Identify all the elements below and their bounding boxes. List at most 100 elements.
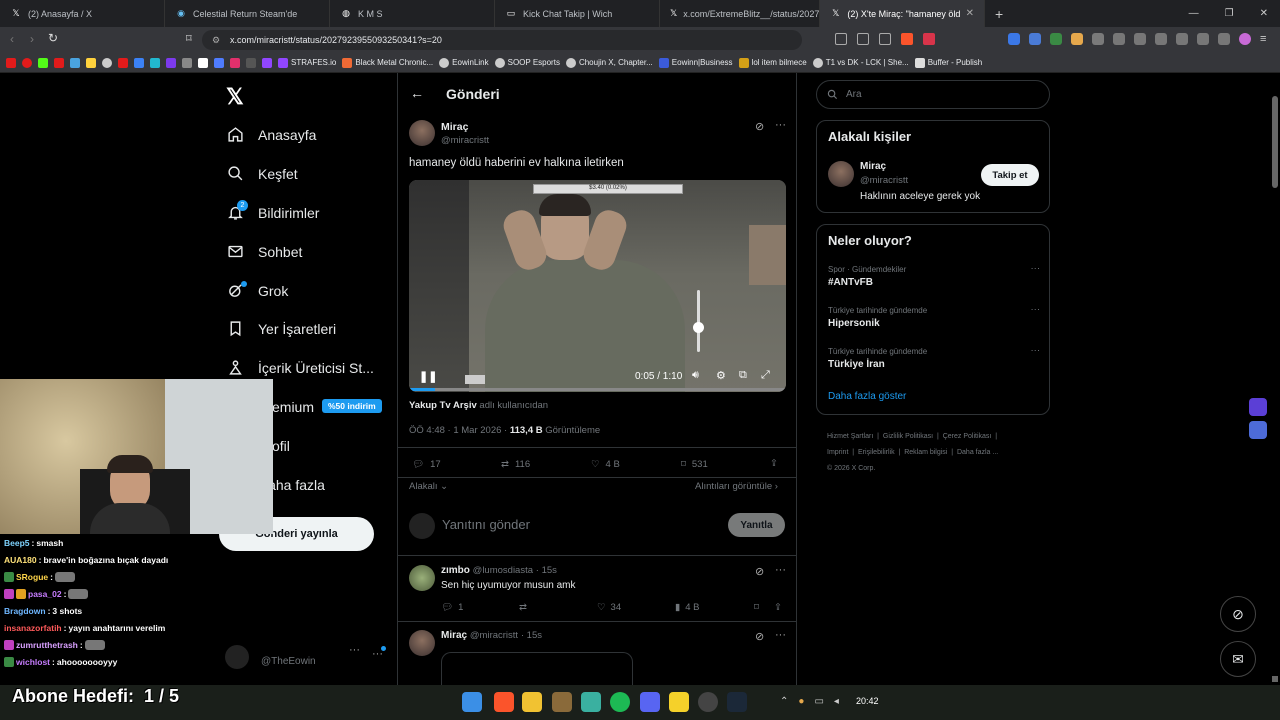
discord-icon[interactable]: [640, 692, 660, 712]
footer-link[interactable]: Reklam bilgisi: [904, 449, 947, 456]
volume-icon[interactable]: ◂: [834, 696, 839, 707]
reply-more-icon[interactable]: ···: [775, 629, 786, 641]
url-field[interactable]: ⚙ x.com/miracristt/status/20279239550932…: [202, 30, 802, 50]
repost-action[interactable]: ⇄ 116: [501, 459, 530, 470]
windows-start-icon[interactable]: [462, 692, 482, 712]
reply-author[interactable]: zımbo: [441, 565, 470, 576]
brave-shield-icon[interactable]: [901, 33, 913, 45]
relevant-name[interactable]: Miraç: [860, 161, 886, 172]
post-more-icon[interactable]: ···: [775, 119, 786, 131]
reply-avatar[interactable]: [409, 565, 435, 591]
reply-repost[interactable]: ⇄: [519, 602, 527, 613]
footer-link[interactable]: Çerez Politikası: [943, 433, 992, 440]
site-info-icon[interactable]: ⚙: [212, 35, 220, 46]
grok-fab-icon[interactable]: ⊘: [1220, 596, 1256, 632]
messages-fab-icon[interactable]: ✉: [1220, 641, 1256, 677]
bookmark-soop[interactable]: SOOP Esports: [494, 57, 560, 68]
author-handle[interactable]: @miracristt: [441, 135, 489, 146]
relevant-avatar[interactable]: [828, 161, 854, 187]
footer-link[interactable]: Imprint: [827, 449, 848, 456]
obs-icon[interactable]: [698, 692, 718, 712]
follow-button[interactable]: Takip et: [981, 164, 1039, 186]
trend-item[interactable]: Spor · Gündemdekiler #ANTvFB ···: [828, 263, 1041, 288]
nav-grok[interactable]: Grok: [227, 282, 288, 299]
tab-steam[interactable]: ◉ Celestial Return Steam'de: [165, 0, 330, 27]
minimize-icon[interactable]: —: [1189, 8, 1199, 19]
like-action[interactable]: ♡ 4 B: [591, 459, 620, 470]
reply-views[interactable]: ▮ 4 B: [675, 602, 700, 613]
account-more-icon[interactable]: ···: [349, 644, 360, 656]
maximize-icon[interactable]: ❐: [1225, 8, 1234, 19]
reply-author[interactable]: Miraç: [441, 630, 467, 641]
reply-replies[interactable]: 💬︎ 1: [441, 602, 463, 613]
globe-icon[interactable]: [102, 57, 112, 68]
video-player[interactable]: $3.40 (0.02%) 0 (0.00%) ❚❚ 0:05 / 1:10 🔊…: [409, 180, 786, 392]
network-icon[interactable]: ▭: [814, 696, 823, 707]
reply-handle[interactable]: @lumosdiasta: [473, 565, 533, 576]
extension-side-icon[interactable]: [1249, 398, 1267, 416]
reply-input[interactable]: Yanıtını gönder: [442, 517, 530, 532]
bookmark-icon[interactable]: [86, 57, 96, 68]
sort-relevance[interactable]: Alakalı ⌄: [409, 481, 448, 492]
nav-messages[interactable]: Sohbet: [227, 243, 302, 260]
bookmark-business[interactable]: Eowinn|Business: [658, 57, 733, 68]
wallet-icon[interactable]: [1176, 33, 1188, 45]
x-logo-icon[interactable]: 𝕏: [226, 84, 244, 110]
forward-icon[interactable]: ›: [30, 32, 34, 46]
bookmark-icon[interactable]: [182, 57, 192, 68]
instagram-icon[interactable]: [230, 57, 240, 68]
copy-icon[interactable]: [879, 33, 891, 45]
pip-icon[interactable]: ⧉: [739, 369, 747, 382]
volume-slider-handle[interactable]: [693, 322, 704, 333]
tab-extremeblitz[interactable]: 𝕏x.com/ExtremeBlitz__/status/202785: [660, 0, 820, 27]
twitch-icon[interactable]: [262, 57, 272, 68]
trend-more-icon[interactable]: ···: [1031, 345, 1041, 356]
bookmark-icon[interactable]: [134, 57, 144, 68]
reply-avatar[interactable]: [409, 630, 435, 656]
reply-more-icon[interactable]: ···: [775, 564, 786, 576]
spotify-icon[interactable]: [610, 692, 630, 712]
grok-icon[interactable]: ⊘: [755, 630, 764, 643]
tab-active-post[interactable]: 𝕏 (2) X'te Miraç: "hamaney öldü ✕: [820, 0, 985, 27]
back-icon[interactable]: ‹: [10, 32, 14, 46]
avatar[interactable]: [225, 645, 249, 669]
bookmark-icon[interactable]: [6, 57, 16, 68]
progress-bar[interactable]: [409, 388, 786, 391]
bookmark-icon[interactable]: ⌑: [754, 602, 759, 613]
relevant-handle[interactable]: @miracristt: [860, 175, 908, 186]
bookmark-black-metal[interactable]: Black Metal Chronic...: [342, 57, 433, 68]
bookmark-eowinlink[interactable]: EowinLink: [439, 57, 489, 68]
share-icon[interactable]: ⇪: [774, 602, 782, 613]
bookmark-choujin[interactable]: Choujin X, Chapter...: [565, 57, 653, 68]
vpn-icon[interactable]: [1218, 33, 1230, 45]
x-icon[interactable]: [198, 57, 208, 68]
back-arrow-icon[interactable]: ←: [410, 85, 424, 101]
steam-icon[interactable]: [727, 692, 747, 712]
trend-more-icon[interactable]: ···: [1031, 263, 1041, 274]
settings-icon[interactable]: ⚙: [716, 369, 726, 382]
share-icon[interactable]: [857, 33, 869, 45]
bookmark-lol-item[interactable]: lol item bilmece: [738, 57, 807, 68]
bookmark-buffer[interactable]: Buffer - Publish: [914, 57, 982, 68]
source-name[interactable]: Yakup Tv Arşiv: [409, 400, 477, 411]
nav-explore[interactable]: Keşfet: [227, 165, 298, 182]
view-quotes-link[interactable]: Alıntıları görüntüle ›: [695, 481, 778, 492]
bookmark-action[interactable]: ⌑ 531: [681, 459, 708, 470]
close-tab-icon[interactable]: ✕: [966, 8, 974, 19]
author-name[interactable]: Miraç: [441, 121, 468, 133]
trend-item[interactable]: Türkiye tarihinde gündemde Türkiye İran …: [828, 345, 1041, 370]
extension-icon[interactable]: [1050, 33, 1062, 45]
bookmark-icon[interactable]: [214, 57, 224, 68]
pause-icon[interactable]: ❚❚: [419, 370, 437, 383]
bookmark-icon[interactable]: [22, 57, 32, 68]
media-icon[interactable]: [1134, 33, 1146, 45]
menu-icon[interactable]: ≡: [1260, 33, 1266, 45]
show-more-link[interactable]: Daha fazla göster: [828, 391, 906, 402]
trend-item[interactable]: Türkiye tarihinde gündemde Hipersonik ··…: [828, 304, 1040, 329]
nav-home[interactable]: Anasayfa: [227, 126, 316, 143]
microphone-icon[interactable]: ●: [798, 696, 804, 707]
nav-creator-studio[interactable]: İçerik Üreticisi St...: [227, 359, 374, 376]
reply-action[interactable]: 💬︎ 17: [412, 459, 441, 470]
bookmark-icon[interactable]: [246, 57, 256, 68]
reply-like[interactable]: ♡ 34: [597, 602, 621, 613]
